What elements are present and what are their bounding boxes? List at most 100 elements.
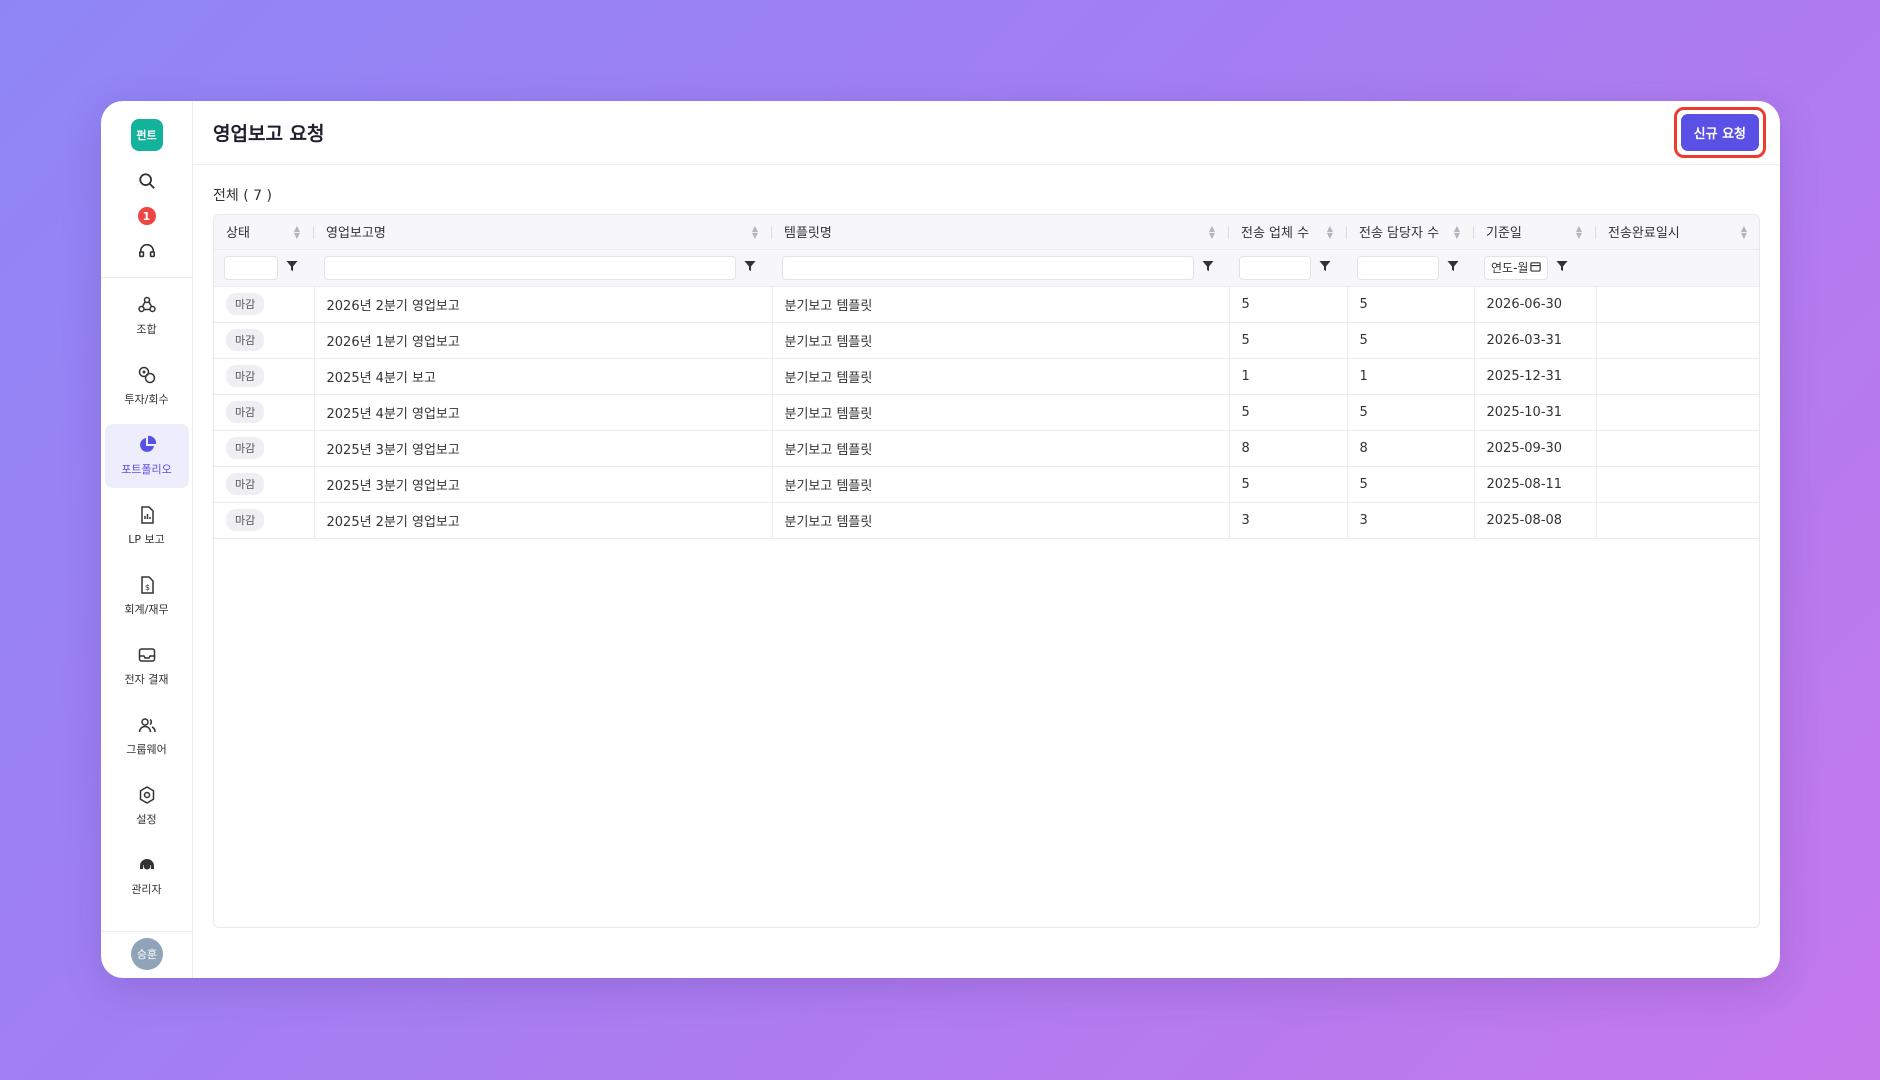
sort-icon[interactable]: ▲ ▼ [1576,225,1582,240]
completed-at-cell [1595,430,1759,467]
sidebar-item-settings[interactable]: 설정 [105,774,189,838]
sort-icon[interactable]: ▲ ▼ [1454,225,1460,240]
base-date-cell: 2026-03-31 [1473,322,1596,359]
app-logo[interactable]: 펀트 [130,119,163,151]
base-date-filter-input[interactable]: 연도-월 [1484,255,1549,280]
column-header-base-date[interactable]: 기준일 ▲ ▼ [1474,215,1596,250]
manager-count-cell: 3 [1346,502,1474,539]
sidebar-item-label: 전자 결재 [124,673,169,686]
main-content: 영업보고 요청 신규 요청 전체 ( 7 ) 상태 ▲ ▼ 영업보고명 ▲ ▼ 템플릿명… [193,101,1780,978]
manager-count-cell: 5 [1346,466,1474,503]
filter-icon[interactable] [286,260,298,276]
sidebar-divider [101,277,193,278]
notification-badge[interactable]: 1 [137,207,156,225]
report-name-cell[interactable]: 2025년 4분기 영업보고 [313,394,772,431]
completed-at-cell [1595,394,1759,431]
base-date-cell: 2025-10-31 [1473,394,1596,431]
report-table-container: 상태 ▲ ▼ 영업보고명 ▲ ▼ 템플릿명 ▲ ▼ 전송 업체 수 ▲ ▼ 전송 담당자 수 ▲ ▼… [213,214,1760,928]
sort-icon[interactable]: ▲ ▼ [752,225,758,240]
sidebar-item-label: 회계/재무 [124,603,169,616]
column-header-status[interactable]: 상태 ▲ ▼ [214,215,314,250]
filter-icon[interactable] [744,260,756,276]
status-badge: 마감 [226,437,265,459]
column-header-company-count[interactable]: 전송 업체 수 ▲ ▼ [1229,215,1347,250]
sidebar-item-approval[interactable]: 전자 결재 [105,634,189,698]
investment-icon [138,366,155,384]
filter-icon[interactable] [1319,260,1331,276]
column-header-manager-count[interactable]: 전송 담당자 수 ▲ ▼ [1347,215,1474,250]
report-name-cell[interactable]: 2025년 3분기 영업보고 [313,466,772,503]
company-count-cell: 3 [1228,502,1347,539]
report-name-cell[interactable]: 2025년 2분기 영업보고 [313,502,772,539]
sort-icon[interactable]: ▲ ▼ [1209,225,1215,240]
filter-row: 연도-월 [214,249,1759,287]
status-badge: 마감 [226,401,265,423]
filter-icon[interactable] [1556,260,1568,276]
report-name-cell[interactable]: 2025년 3분기 영업보고 [313,430,772,467]
table-row[interactable]: 마감 2025년 4분기 보고 분기보고 템플릿 1 1 2025-12-31 [214,358,1759,395]
base-date-cell: 2026-06-30 [1473,286,1596,323]
status-badge: 마감 [226,293,265,315]
app-window: 펀트 1 조합 투자/회수 포트폴리오 LP 보고 $ 회계/재무 전자 결재 … [101,101,1780,978]
new-request-button[interactable]: 신규 요청 [1680,114,1759,151]
sort-icon[interactable]: ▲ ▼ [1327,225,1333,240]
table-row[interactable]: 마감 2025년 2분기 영업보고 분기보고 템플릿 3 3 2025-08-0… [214,502,1759,539]
sort-icon[interactable]: ▲ ▼ [294,225,300,240]
template-filter-input[interactable] [782,255,1194,280]
sidebar-divider [101,931,193,932]
base-date-cell: 2025-09-30 [1473,430,1596,467]
page-header: 영업보고 요청 신규 요청 [193,101,1780,165]
company-count-cell: 5 [1228,322,1347,359]
sidebar-item-label: 관리자 [131,883,162,896]
sidebar-item-groupware[interactable]: 그룹웨어 [105,704,189,768]
status-badge: 마감 [226,329,265,351]
manager-count-filter-input[interactable] [1357,255,1439,280]
sidebar-item-label: 조합 [136,323,157,336]
sidebar-item-label: 포트폴리오 [121,463,172,476]
total-count: 전체 ( 7 ) [213,188,272,204]
filter-icon[interactable] [1202,260,1214,276]
report-table: 상태 ▲ ▼ 영업보고명 ▲ ▼ 템플릿명 ▲ ▼ 전송 업체 수 ▲ ▼ 전송 담당자 수 ▲ ▼… [214,215,1759,539]
status-filter-input[interactable] [224,255,278,280]
base-date-cell: 2025-08-08 [1473,502,1596,539]
company-count-filter-input[interactable] [1239,255,1311,280]
report-name-cell[interactable]: 2026년 1분기 영업보고 [313,322,772,359]
headset-icon[interactable] [135,239,159,263]
admin-icon [139,859,154,870]
table-row[interactable]: 마감 2025년 4분기 영업보고 분기보고 템플릿 5 5 2025-10-3… [214,394,1759,431]
sidebar-item-finance[interactable]: $ 회계/재무 [105,564,189,628]
avatar[interactable]: 승훈 [131,938,163,970]
table-row[interactable]: 마감 2026년 2분기 영업보고 분기보고 템플릿 5 5 2026-06-3… [214,286,1759,323]
manager-count-cell: 5 [1346,286,1474,323]
sidebar-item-portfolio[interactable]: 포트폴리오 [104,424,189,488]
inbox-icon [138,648,155,662]
company-count-cell: 1 [1228,358,1347,395]
report-name-filter-input[interactable] [324,255,736,280]
sidebar-item-label: LP 보고 [128,533,165,546]
sidebar-item-admin[interactable]: 관리자 [105,844,189,908]
sort-icon[interactable]: ▲ ▼ [1741,225,1747,240]
column-header-report-name[interactable]: 영업보고명 ▲ ▼ [314,215,772,250]
table-row[interactable]: 마감 2025년 3분기 영업보고 분기보고 템플릿 8 8 2025-09-3… [214,430,1759,467]
sidebar-item-lp-report[interactable]: LP 보고 [105,494,189,558]
company-count-cell: 5 [1228,466,1347,503]
sidebar-item-union[interactable]: 조합 [105,284,189,348]
column-header-completed-at[interactable]: 전송완료일시 ▲ ▼ [1596,215,1759,250]
manager-count-cell: 5 [1346,394,1474,431]
filter-icon[interactable] [1447,260,1459,276]
column-header-template-name[interactable]: 템플릿명 ▲ ▼ [772,215,1229,250]
search-icon[interactable] [135,169,159,193]
calendar-icon[interactable] [1530,261,1542,275]
template-cell: 분기보고 템플릿 [771,286,1229,323]
sidebar-item-investment[interactable]: 투자/회수 [105,354,189,418]
sidebar-item-label: 그룹웨어 [126,743,167,756]
template-cell: 분기보고 템플릿 [771,322,1229,359]
table-row[interactable]: 마감 2026년 1분기 영업보고 분기보고 템플릿 5 5 2026-03-3… [214,322,1759,359]
completed-at-cell [1595,286,1759,323]
table-row[interactable]: 마감 2025년 3분기 영업보고 분기보고 템플릿 5 5 2025-08-1… [214,466,1759,503]
base-date-cell: 2025-08-11 [1473,466,1596,503]
manager-count-cell: 8 [1346,430,1474,467]
report-name-cell[interactable]: 2025년 4분기 보고 [313,358,772,395]
users-icon [138,718,156,733]
report-name-cell[interactable]: 2026년 2분기 영업보고 [313,286,772,323]
